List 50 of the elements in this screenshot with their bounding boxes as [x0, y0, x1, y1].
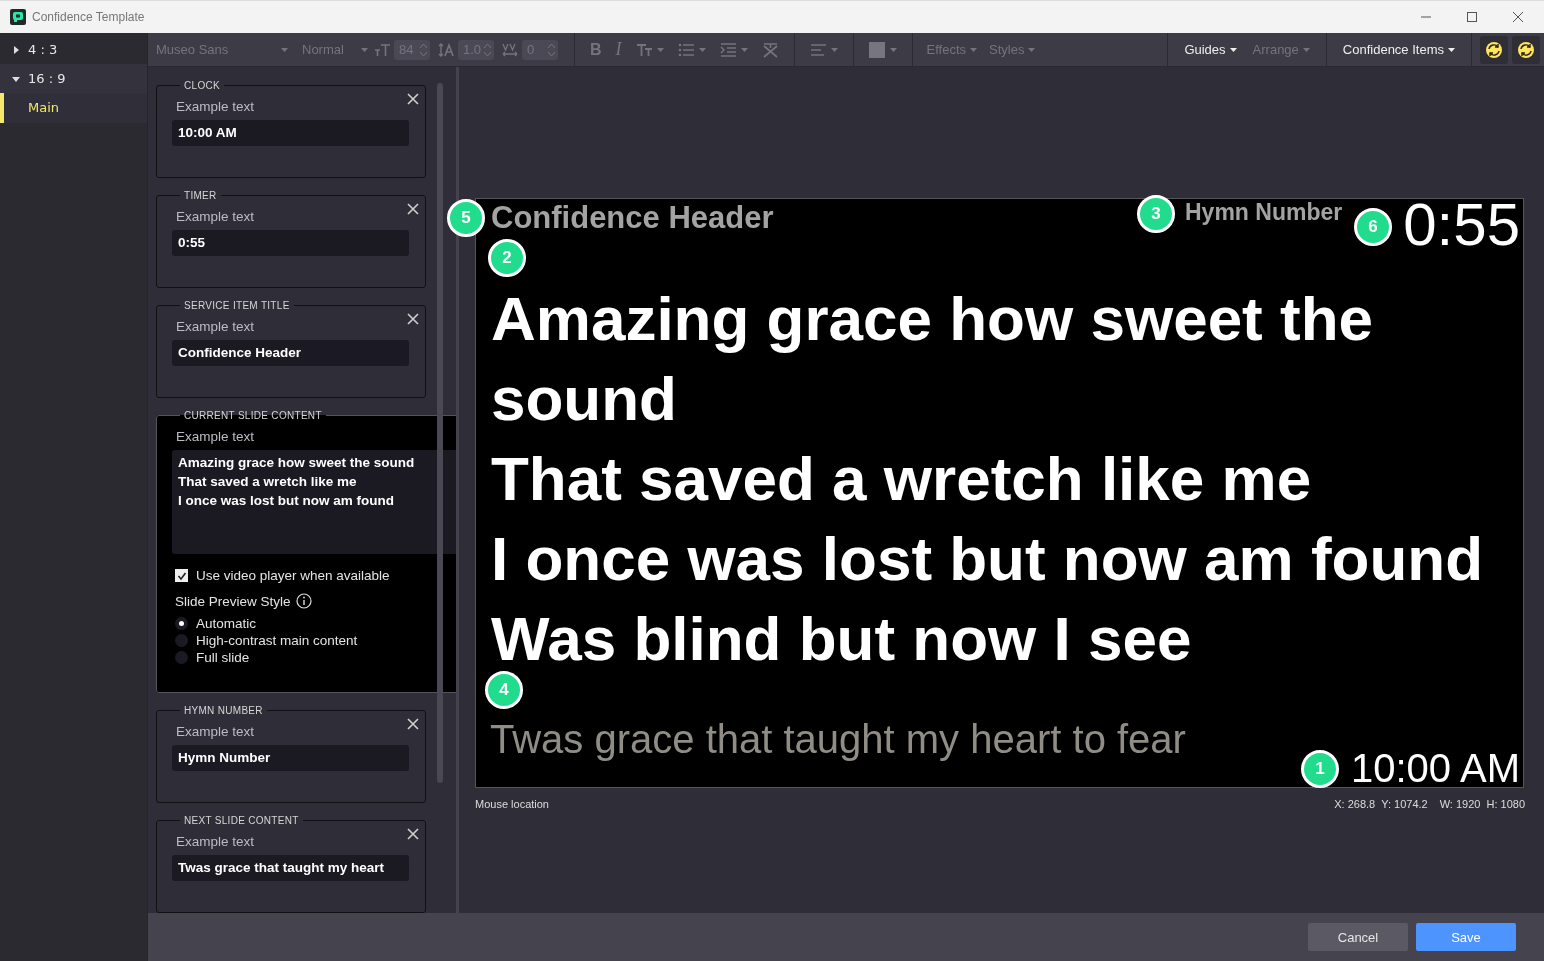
number-badge: 2: [488, 239, 526, 277]
hymn-number-text: Hymn Number: [1185, 198, 1343, 227]
card-title: TIMER: [183, 190, 218, 201]
lyric-line: That saved a wretch like me: [491, 443, 1313, 515]
text-field[interactable]: 0:55: [172, 230, 409, 256]
card-title: HYMN NUMBER: [183, 705, 264, 716]
card-title: CURRENT SLIDE CONTENT: [183, 410, 323, 421]
card-title: NEXT SLIDE CONTENT: [183, 815, 300, 826]
number-badge: 3: [1137, 195, 1175, 233]
status-reading: H: 1080: [1486, 798, 1525, 810]
number-badge: 1: [1301, 750, 1339, 788]
field-label: Example text: [175, 834, 256, 849]
field-label: Example text: [175, 209, 256, 224]
section-label: Slide Preview Style: [175, 593, 291, 609]
service-title-text: Confidence Header: [491, 199, 774, 237]
text-field[interactable]: Twas grace that taught my heart: [172, 855, 409, 881]
text-field[interactable]: 10:00 AM: [172, 120, 409, 146]
radio-label: High-contrast main content: [196, 633, 358, 648]
field-label: Example text: [175, 724, 256, 739]
card-title: CLOCK: [183, 80, 221, 91]
save-button[interactable]: Save: [1416, 923, 1516, 951]
menu-button[interactable]: Guides: [1176, 35, 1245, 64]
field-label: Example text: [175, 429, 256, 444]
next-slide-text: Twas grace that taught my heart to fear: [490, 716, 1186, 763]
field-label: Example text: [175, 99, 256, 114]
status-reading: Y: 1074.2: [1381, 798, 1428, 810]
number-badge: 6: [1354, 208, 1392, 246]
layout-group[interactable]: 4 : 3: [0, 35, 147, 64]
lyric-line: I once was lost but now am found: [491, 523, 1485, 595]
radio-label: Automatic: [196, 616, 257, 631]
number-badge: 4: [485, 671, 523, 709]
window-title: Confidence Template: [32, 10, 145, 24]
number-badge: 5: [447, 199, 485, 237]
text-area[interactable]: Amazing grace how sweet the sound That saved a wretch like me I once was lost but now am found: [172, 450, 456, 554]
status-reading: W: 1920: [1439, 798, 1481, 810]
card-title: SERVICE ITEM TITLE: [183, 300, 291, 311]
field-label: Example text: [175, 319, 256, 334]
menu-button[interactable]: Confidence Items: [1334, 35, 1463, 64]
status-reading: X: 268.8: [1334, 798, 1376, 810]
checkbox-label: Use video player when available: [196, 568, 390, 583]
text-field[interactable]: Confidence Header: [172, 340, 409, 366]
layout-group[interactable]: 16 : 9: [0, 64, 147, 93]
status-label: Mouse location: [475, 798, 549, 810]
text-field[interactable]: Hymn Number: [172, 745, 409, 771]
timer-text: 0:55: [1403, 190, 1520, 260]
layout-item[interactable]: Main: [0, 93, 147, 123]
lyric-line: Amazing grace how sweet the sound: [491, 283, 1374, 435]
clock-text: 10:00 AM: [1351, 745, 1520, 792]
cancel-button[interactable]: Cancel: [1308, 923, 1408, 951]
radio-label: Full slide: [196, 650, 250, 665]
